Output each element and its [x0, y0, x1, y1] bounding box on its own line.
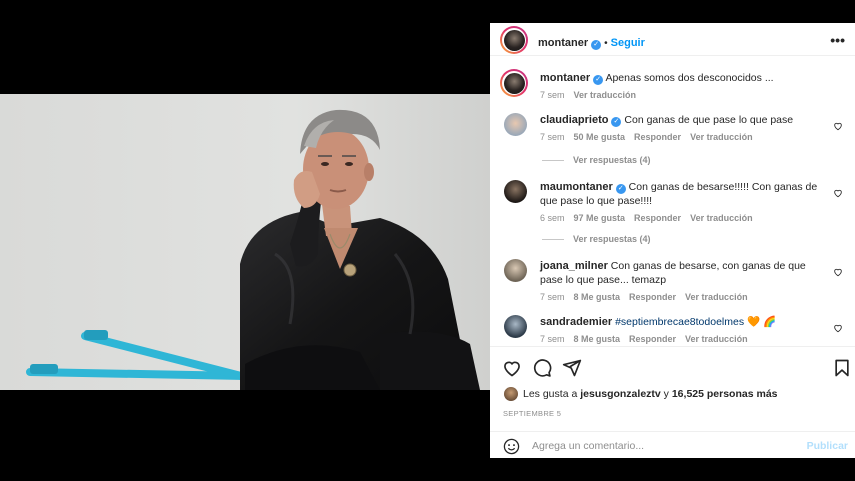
- comment-text: Con ganas de que pase lo que pase: [624, 114, 794, 126]
- verified-badge-icon: ✓: [611, 117, 622, 127]
- view-replies-button[interactable]: Ver respuestas (4): [542, 155, 651, 165]
- translate-button[interactable]: Ver traducción: [690, 132, 753, 142]
- post-photo: [0, 94, 490, 390]
- comment-likes[interactable]: 8 Me gusta: [574, 334, 621, 344]
- comment-emoji: 🧡 🌈: [747, 316, 777, 328]
- translate-button[interactable]: Ver traducción: [685, 334, 748, 344]
- comment-username[interactable]: joana_milner: [540, 260, 608, 272]
- comment-username[interactable]: sandrademier: [540, 316, 612, 328]
- reply-button[interactable]: Responder: [629, 334, 676, 344]
- comment-time[interactable]: 7 sem: [540, 132, 565, 142]
- caption-text: Apenas somos dos desconocidos ...: [605, 72, 774, 84]
- comments-list[interactable]: montaner ✓ Apenas somos dos desconocidos …: [490, 57, 855, 347]
- liker-avatar[interactable]: [504, 387, 518, 401]
- caption-time[interactable]: 7 sem: [540, 90, 565, 100]
- comment-hashtag[interactable]: #septiembrecae8todoelmes: [615, 316, 744, 328]
- comment-bubble-icon[interactable]: [532, 358, 552, 378]
- translate-button[interactable]: Ver traducción: [685, 292, 748, 302]
- comment-likes[interactable]: 97 Me gusta: [574, 213, 626, 223]
- reply-button[interactable]: Responder: [634, 132, 681, 142]
- post-side-panel: montaner ✓ • Seguir ••• montaner ✓ Apenas so…: [490, 23, 855, 458]
- commenter-avatar[interactable]: [504, 315, 527, 338]
- caption-avatar[interactable]: [500, 69, 528, 97]
- comment-time[interactable]: 7 sem: [540, 292, 565, 302]
- publish-button[interactable]: Publicar: [807, 440, 848, 452]
- likes-count[interactable]: 16,525 personas más: [672, 388, 778, 400]
- comment-time[interactable]: 7 sem: [540, 334, 565, 344]
- liker-username[interactable]: jesusgonzaleztv: [580, 388, 661, 400]
- commenter-avatar[interactable]: [504, 113, 527, 136]
- likes-summary: Les gusta a jesusgonzaleztv y 16,525 per…: [504, 387, 778, 401]
- like-comment-heart-icon[interactable]: [833, 188, 843, 198]
- verified-badge-icon: ✓: [593, 75, 604, 85]
- like-comment-heart-icon[interactable]: [833, 267, 843, 277]
- add-comment-bar: Publicar: [490, 431, 855, 458]
- comment-likes[interactable]: 50 Me gusta: [574, 132, 626, 142]
- like-heart-icon[interactable]: [502, 358, 522, 378]
- comment-input[interactable]: [532, 438, 782, 454]
- likes-prefix: Les gusta a: [523, 387, 578, 400]
- comment-username[interactable]: claudiaprieto: [540, 114, 608, 126]
- verified-badge-icon: ✓: [591, 40, 602, 50]
- reply-button[interactable]: Responder: [629, 292, 676, 302]
- share-send-icon[interactable]: [562, 358, 582, 378]
- post-header: montaner ✓ • Seguir •••: [490, 23, 855, 56]
- post-actions: [490, 358, 855, 380]
- post-date[interactable]: SEPTIEMBRE 5: [503, 409, 561, 418]
- caption-translate-button[interactable]: Ver traducción: [574, 90, 637, 100]
- commenter-avatar[interactable]: [504, 180, 527, 203]
- caption-username[interactable]: montaner: [540, 72, 590, 84]
- separator-dot: •: [604, 38, 608, 49]
- like-comment-heart-icon[interactable]: [833, 121, 843, 131]
- author-username[interactable]: montaner: [538, 37, 588, 49]
- save-bookmark-icon[interactable]: [832, 358, 852, 378]
- reply-button[interactable]: Responder: [634, 213, 681, 223]
- follow-button[interactable]: Seguir: [611, 37, 645, 49]
- view-replies-button[interactable]: Ver respuestas (4): [542, 234, 651, 244]
- more-options-icon[interactable]: •••: [830, 32, 845, 48]
- author-avatar[interactable]: [500, 26, 528, 54]
- emoji-smiley-icon[interactable]: [503, 438, 520, 455]
- comment-likes[interactable]: 8 Me gusta: [574, 292, 621, 302]
- verified-badge-icon: ✓: [615, 184, 626, 194]
- like-comment-heart-icon[interactable]: [833, 323, 843, 333]
- likes-middle: y: [663, 387, 669, 400]
- translate-button[interactable]: Ver traducción: [690, 213, 753, 223]
- commenter-avatar[interactable]: [504, 259, 527, 282]
- photo-illustration: [0, 94, 490, 390]
- comment-time[interactable]: 6 sem: [540, 213, 565, 223]
- comment-username[interactable]: maumontaner: [540, 181, 613, 193]
